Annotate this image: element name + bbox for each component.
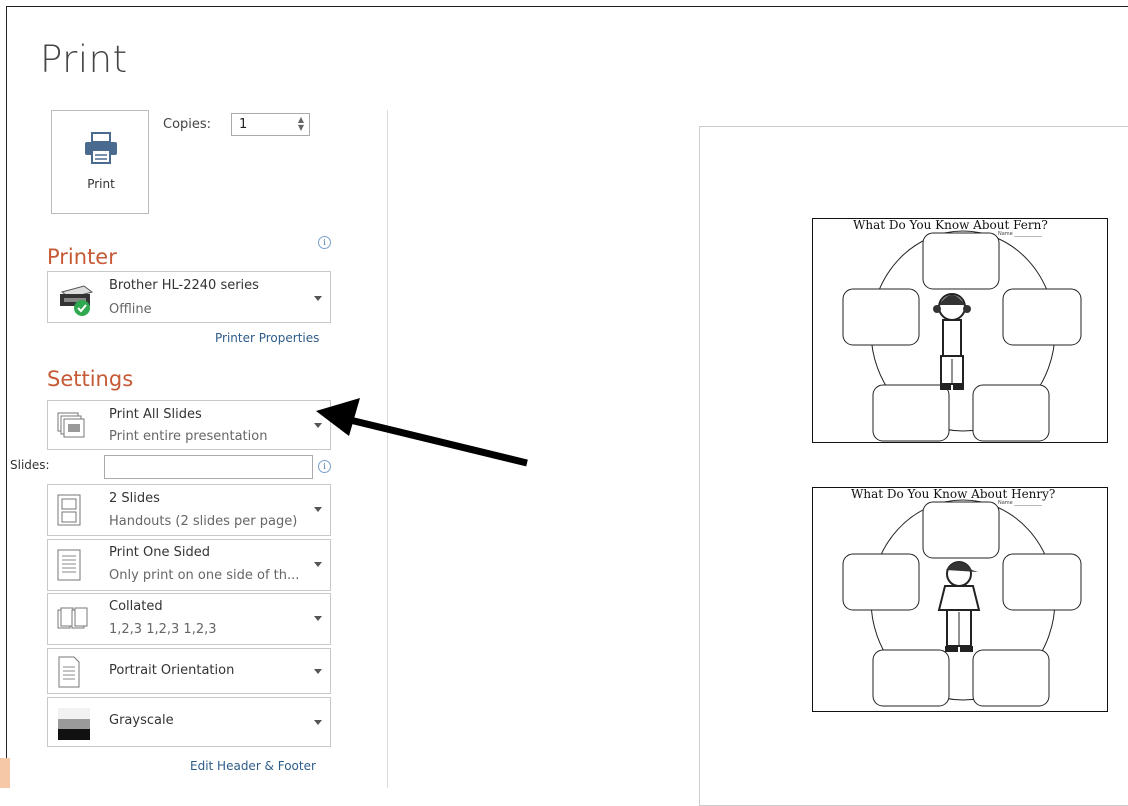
- annotation-arrow: [316, 398, 528, 467]
